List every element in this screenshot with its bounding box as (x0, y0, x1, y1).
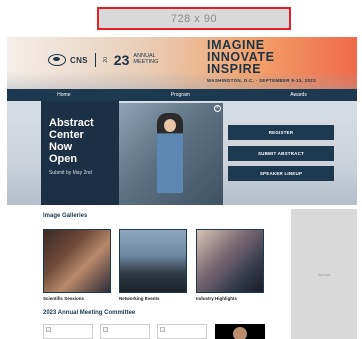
committee-member-card[interactable] (100, 324, 150, 339)
submit-abstract-button[interactable]: SUBMIT ABSTRACT (228, 146, 334, 161)
annual-line-2: MEETING (133, 59, 159, 65)
gallery-image (44, 230, 110, 292)
gallery-caption-scientific[interactable]: Scientific Sessions (43, 296, 84, 301)
gallery-image (197, 230, 263, 292)
logo-divider (94, 53, 96, 67)
cns-logo[interactable]: CNS 20 23 ANNUAL MEETING (48, 53, 158, 67)
event-location-date: WASHINGTON, D.C. · SEPTEMBER 9-13, 2023 (207, 78, 316, 83)
gallery-caption-networking[interactable]: Networking Events (119, 296, 160, 301)
hero-promo-panel[interactable]: Abstract Center Now Open Submit by May 2… (41, 101, 119, 205)
year-number: 23 (113, 52, 130, 68)
gallery-thumb-scientific[interactable] (43, 229, 111, 293)
hero-title-line-3: Now (49, 141, 73, 154)
image-galleries-heading: Image Galleries (43, 213, 88, 219)
broken-image-icon (160, 327, 165, 332)
register-button[interactable]: REGISTER (228, 125, 334, 140)
banner-headline: IMAGINE INNOVATE INSPIRE (207, 39, 347, 76)
hero-photo: × (119, 103, 223, 205)
nav-home[interactable]: Home (57, 92, 70, 98)
org-name: CNS (70, 55, 88, 65)
committee-heading: 2023 Annual Meeting Committee (43, 310, 136, 316)
main-nav: Home Program Awards (7, 89, 357, 101)
hero-subtitle: Submit by May 2nd (49, 170, 92, 177)
hero-title-line-2: Center (49, 129, 84, 142)
committee-member-card[interactable] (43, 324, 93, 339)
header-banner: CNS 20 23 ANNUAL MEETING IMAGINE INNOVAT… (7, 37, 357, 89)
year-prefix: 20 (102, 57, 109, 63)
cns-emblem-icon (48, 54, 66, 66)
broken-image-icon (103, 327, 108, 332)
ad-size-label: 728 x 90 (170, 12, 218, 25)
hero-title-line-1: Abstract (49, 117, 94, 129)
annual-meeting-label: ANNUAL MEETING (133, 53, 159, 66)
hero-title: Abstract Center Now Open (49, 117, 119, 165)
speaker-figure (157, 113, 183, 193)
gallery-thumb-industry[interactable] (196, 229, 264, 293)
close-icon[interactable]: × (214, 105, 221, 112)
broken-image-icon (46, 327, 51, 332)
hero-title-line-4: Open (49, 153, 78, 166)
gallery-caption-industry[interactable]: Industry Highlights (196, 296, 237, 301)
sidebar-ad-placeholder: Ad slot (291, 209, 357, 339)
committee-member-card[interactable] (157, 324, 207, 339)
gallery-image (120, 230, 186, 292)
gallery-thumb-networking[interactable] (119, 229, 187, 293)
nav-awards[interactable]: Awards (290, 92, 307, 98)
top-ad-placeholder: 728 x 90 (97, 7, 291, 30)
committee-member-portrait[interactable] (215, 324, 265, 339)
headline-word-3: INSPIRE (207, 61, 262, 76)
speaker-lineup-button[interactable]: SPEAKER LINEUP (228, 166, 334, 181)
nav-program[interactable]: Program (171, 92, 190, 98)
side-ad-label: Ad slot (317, 271, 331, 277)
